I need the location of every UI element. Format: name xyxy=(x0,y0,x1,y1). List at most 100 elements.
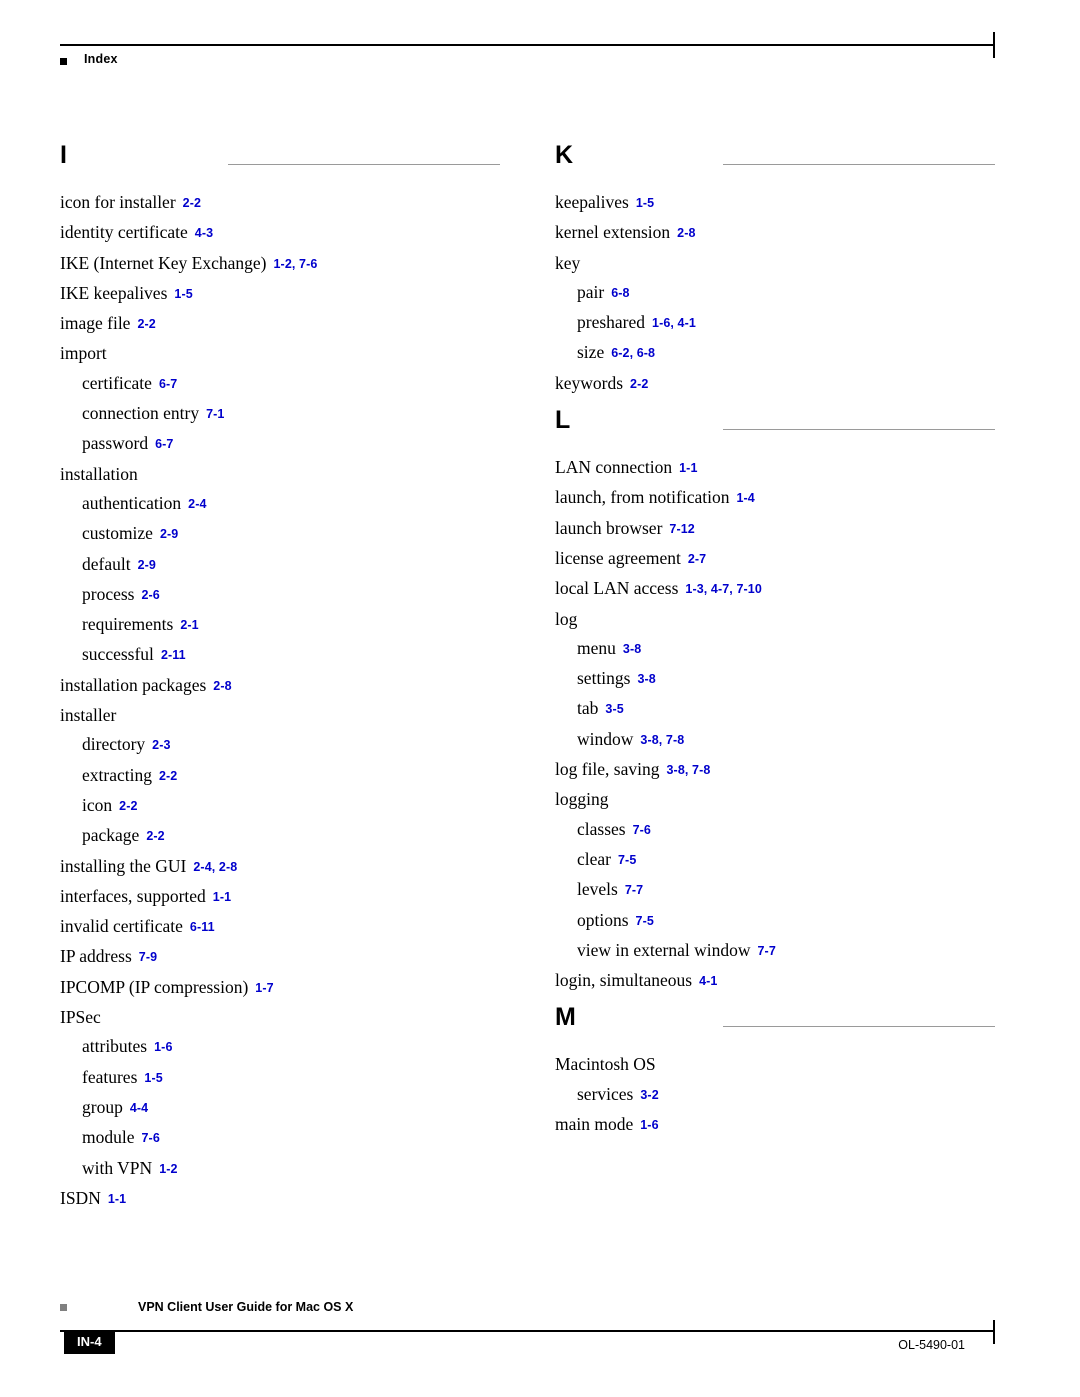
index-page-reference-link[interactable]: 1-7 xyxy=(255,981,273,995)
header-rule-end-tick xyxy=(993,32,995,58)
index-page-reference-link[interactable]: 7-12 xyxy=(669,522,694,536)
index-page-reference-link[interactable]: 7-9 xyxy=(139,950,157,964)
index-page-reference-link[interactable]: 6-8 xyxy=(611,286,629,300)
index-entry: LAN connection 1-1 xyxy=(555,453,995,483)
index-entry-label: image file xyxy=(60,313,131,334)
index-entry-label: features xyxy=(82,1066,138,1087)
index-entry-label: Macintosh OS xyxy=(555,1054,656,1075)
index-entry: main mode 1-6 xyxy=(555,1110,995,1140)
index-page-reference-link[interactable]: 1-4 xyxy=(736,491,754,505)
index-entry: size 6-2, 6-8 xyxy=(555,338,995,368)
index-page-reference-link[interactable]: 4-3 xyxy=(195,226,213,240)
index-entry-label: kernel extension xyxy=(555,222,671,243)
index-page-reference-link[interactable]: 2-2 xyxy=(630,377,648,391)
index-page-reference-link[interactable]: 1-2 xyxy=(159,1162,177,1176)
index-page-reference-link[interactable]: 4-4 xyxy=(130,1101,148,1115)
index-page-reference-link[interactable]: 2-2 xyxy=(137,317,155,331)
index-page-reference-link[interactable]: 3-8 xyxy=(637,672,655,686)
index-page-reference-link[interactable]: 3-8, 7-8 xyxy=(640,733,684,747)
index-page-reference-link[interactable]: 6-11 xyxy=(190,920,215,934)
index-page-reference-link[interactable]: 2-4 xyxy=(188,497,206,511)
index-page-reference-link[interactable]: 2-11 xyxy=(161,648,186,662)
page-number-badge: IN-4 xyxy=(64,1330,115,1354)
index-page-reference-link[interactable]: 1-6, 4-1 xyxy=(652,316,696,330)
index-page-reference-link[interactable]: 2-9 xyxy=(160,527,178,541)
index-entry: icon 2-2 xyxy=(60,791,500,821)
index-entry: services 3-2 xyxy=(555,1080,995,1110)
index-entry: group 4-4 xyxy=(60,1093,500,1123)
index-entry: installation packages 2-8 xyxy=(60,671,500,701)
index-page-reference-link[interactable]: 2-2 xyxy=(183,196,201,210)
index-entry: certificate 6-7 xyxy=(60,369,500,399)
index-page-reference-link[interactable]: 1-2, 7-6 xyxy=(274,257,318,271)
index-entry-label: tab xyxy=(577,698,599,719)
index-entry: package 2-2 xyxy=(60,821,500,851)
index-page-reference-link[interactable]: 1-1 xyxy=(108,1192,126,1206)
index-page-reference-link[interactable]: 1-1 xyxy=(213,890,231,904)
index-page-reference-link[interactable]: 3-8 xyxy=(623,642,641,656)
index-page-reference-link[interactable]: 1-1 xyxy=(679,461,697,475)
index-page-reference-link[interactable]: 4-1 xyxy=(699,974,717,988)
index-page-reference-link[interactable]: 2-8 xyxy=(213,679,231,693)
index-page-reference-link[interactable]: 2-8 xyxy=(677,226,695,240)
index-entry-label: attributes xyxy=(82,1036,148,1057)
index-letter-heading: M xyxy=(555,1002,995,1046)
index-letter: M xyxy=(555,1003,576,1032)
index-entry: import xyxy=(60,339,500,368)
index-entry-label: menu xyxy=(577,637,616,658)
index-entry-label: classes xyxy=(577,818,626,839)
index-letter-section: Kkeepalives 1-5 kernel extension 2-8 key pair… xyxy=(555,140,995,399)
index-entry-label: login, simultaneous xyxy=(555,970,693,991)
index-page-reference-link[interactable]: 7-5 xyxy=(618,853,636,867)
index-letter-section: L LAN connection 1-1 launch, from notificat… xyxy=(555,405,995,996)
index-entry: ISDN 1-1 xyxy=(60,1184,500,1214)
index-page-reference-link[interactable]: 1-3, 4-7, 7-10 xyxy=(685,582,761,596)
index-page-reference-link[interactable]: 3-5 xyxy=(605,702,623,716)
index-entry-label: preshared xyxy=(577,312,646,333)
index-entry: launch, from notification 1-4 xyxy=(555,483,995,513)
index-entry-label: IKE keepalives xyxy=(60,282,168,303)
index-letter: L xyxy=(555,406,571,435)
header-rule xyxy=(60,44,995,46)
index-entry: kernel extension 2-8 xyxy=(555,218,995,248)
index-entry-label: window xyxy=(577,728,634,749)
index-entry: connection entry 7-1 xyxy=(60,399,500,429)
index-page-reference-link[interactable]: 7-6 xyxy=(633,823,651,837)
index-page-reference-link[interactable]: 2-9 xyxy=(138,558,156,572)
index-page-reference-link[interactable]: 7-5 xyxy=(636,914,654,928)
index-page-reference-link[interactable]: 7-1 xyxy=(206,407,224,421)
footer-rule-end-tick xyxy=(993,1320,995,1344)
index-entry: menu 3-8 xyxy=(555,634,995,664)
index-page-reference-link[interactable]: 1-6 xyxy=(154,1040,172,1054)
index-entry: view in external window 7-7 xyxy=(555,936,995,966)
index-entry-label: keywords xyxy=(555,372,624,393)
index-entry: successful 2-11 xyxy=(60,640,500,670)
index-page-reference-link[interactable]: 2-2 xyxy=(146,829,164,843)
index-page-reference-link[interactable]: 2-2 xyxy=(159,769,177,783)
index-page-reference-link[interactable]: 2-4, 2-8 xyxy=(193,860,237,874)
index-page-reference-link[interactable]: 3-8, 7-8 xyxy=(667,763,711,777)
index-page-reference-link[interactable]: 3-2 xyxy=(640,1088,658,1102)
index-page-reference-link[interactable]: 7-6 xyxy=(142,1131,160,1145)
index-page-reference-link[interactable]: 6-7 xyxy=(159,377,177,391)
index-page-reference-link[interactable]: 6-2, 6-8 xyxy=(611,346,655,360)
index-entry: requirements 2-1 xyxy=(60,610,500,640)
index-page-reference-link[interactable]: 1-5 xyxy=(144,1071,162,1085)
index-page-reference-link[interactable]: 2-2 xyxy=(119,799,137,813)
index-entry-label: IPCOMP (IP compression) xyxy=(60,976,249,997)
index-page-reference-link[interactable]: 1-5 xyxy=(636,196,654,210)
index-entry: invalid certificate 6-11 xyxy=(60,912,500,942)
index-page-reference-link[interactable]: 2-6 xyxy=(141,588,159,602)
index-letter-heading: K xyxy=(555,140,995,184)
index-page-reference-link[interactable]: 1-5 xyxy=(174,287,192,301)
index-page-reference-link[interactable]: 7-7 xyxy=(758,944,776,958)
index-page-reference-link[interactable]: 1-6 xyxy=(640,1118,658,1132)
index-entry-list: icon for installer 2-2 identity certificat… xyxy=(60,188,500,1214)
index-entry-label: size xyxy=(577,342,605,363)
index-page-reference-link[interactable]: 2-1 xyxy=(180,618,198,632)
index-entry-label: invalid certificate xyxy=(60,916,183,937)
index-page-reference-link[interactable]: 7-7 xyxy=(625,883,643,897)
index-page-reference-link[interactable]: 2-3 xyxy=(152,738,170,752)
index-page-reference-link[interactable]: 6-7 xyxy=(155,437,173,451)
index-page-reference-link[interactable]: 2-7 xyxy=(688,552,706,566)
